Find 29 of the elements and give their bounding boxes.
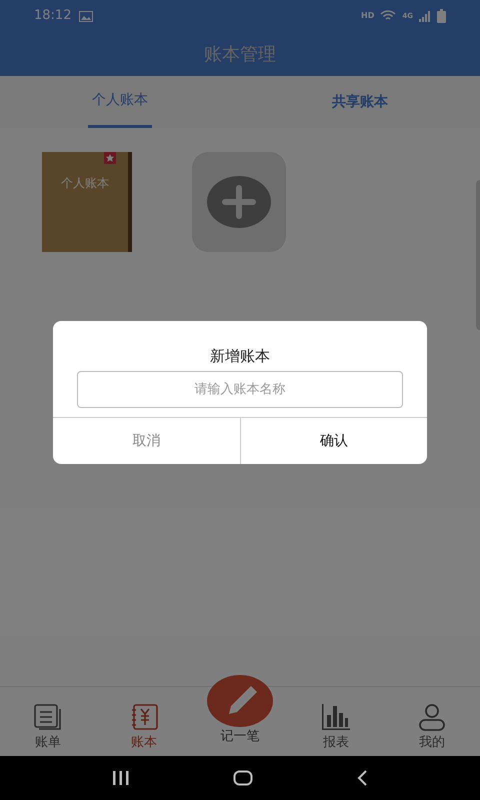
add-ledger-button[interactable]	[192, 152, 286, 252]
book-title: 个人账本	[61, 175, 109, 192]
tab[interactable]: 个人账本	[0, 76, 240, 128]
hd-indicator: HD	[361, 10, 374, 22]
wifi-icon	[380, 10, 396, 22]
tab[interactable]: 共享账本	[240, 76, 480, 128]
nav-item[interactable]: 账单	[0, 687, 96, 756]
star-bookmark-icon	[104, 152, 116, 164]
ledger-icon	[129, 702, 159, 730]
status-time: 18:12	[34, 7, 72, 26]
cancel-button[interactable]: 取消	[53, 418, 240, 464]
page-title: 账本管理	[204, 42, 276, 66]
image-icon	[79, 10, 94, 22]
confirm-button[interactable]: 确认	[240, 418, 427, 464]
person-icon	[417, 702, 447, 730]
nav-item[interactable]: 账本	[96, 687, 192, 756]
document-icon	[33, 702, 63, 730]
ledger-name-input[interactable]: 请输入账本名称	[77, 371, 403, 408]
ledger-book[interactable]: 个人账本	[42, 152, 132, 252]
home-icon[interactable]	[232, 770, 253, 786]
nav-item[interactable]: 我的	[384, 687, 480, 756]
plus-icon	[207, 176, 271, 228]
recent-apps-icon[interactable]	[112, 771, 130, 785]
dialog-title: 新增账本	[210, 346, 270, 366]
signal-icon	[419, 10, 431, 22]
battery-icon	[437, 9, 446, 23]
back-icon[interactable]	[356, 770, 368, 786]
bar-chart-icon	[321, 702, 351, 730]
nav-item[interactable]: 报表	[288, 687, 384, 756]
